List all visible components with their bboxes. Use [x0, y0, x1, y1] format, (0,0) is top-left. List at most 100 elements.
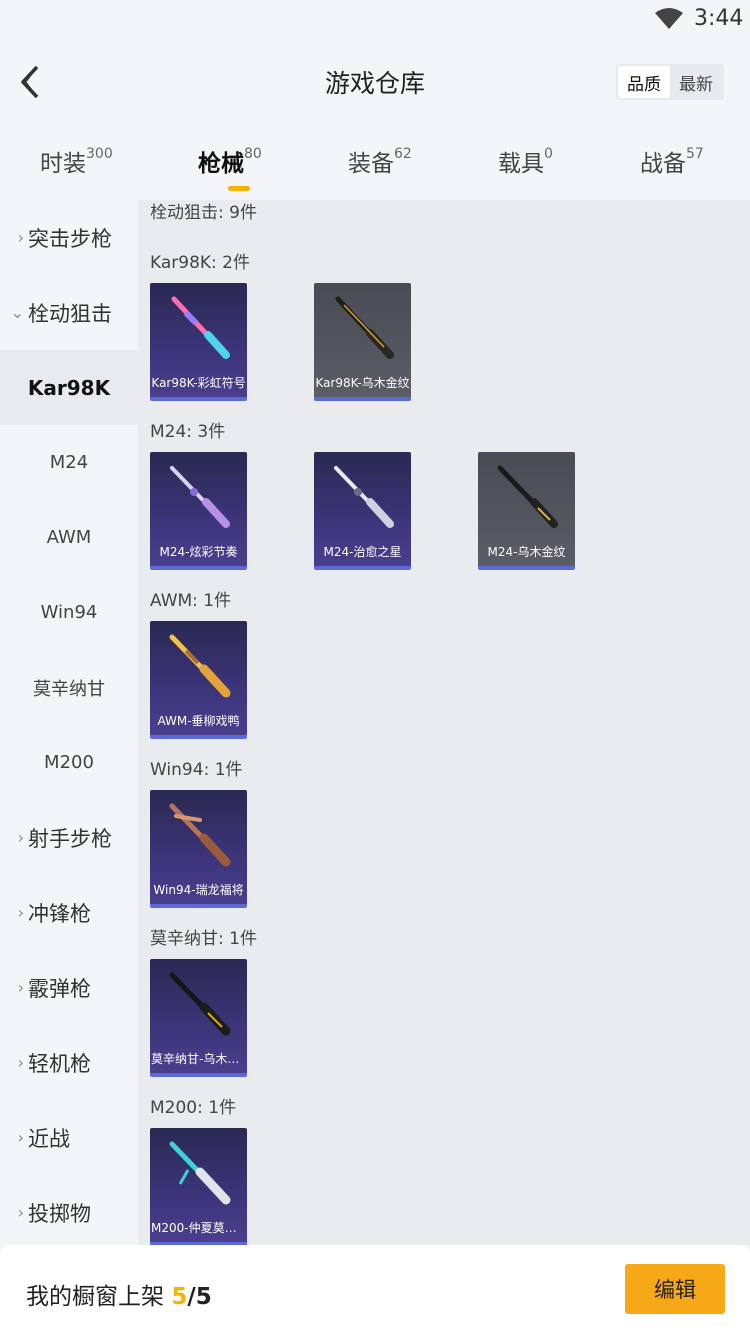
weapon-skin-name: 莫辛纳甘-乌木金纹 — [151, 1052, 247, 1066]
status-bar: 3:44 — [0, 0, 750, 40]
tab-label: 载具 — [498, 151, 544, 177]
sidebar-item-label: 霰弹枪 — [28, 976, 91, 1001]
weapon-skin-card[interactable]: AWM-垂柳戏鸭 — [150, 621, 247, 739]
tab-count: 62 — [394, 146, 412, 162]
weapon-skin-name: M200-仲夏莫吉托 — [151, 1221, 247, 1235]
weapon-category-sidebar: › 突击步枪 ⌄ 栓动狙击 Kar98K M24 AWM Win94 莫辛纳甘 … — [0, 200, 138, 1245]
category-header: 栓动狙击: 9件 — [150, 203, 257, 223]
chevron-right-icon: › — [17, 1203, 24, 1222]
weapon-skin-name: AWM-垂柳戏鸭 — [157, 714, 240, 728]
weapon-skin-card[interactable]: M200-仲夏莫吉托 — [150, 1128, 247, 1245]
tab-equipment[interactable]: 装备62 — [348, 144, 412, 194]
chevron-right-icon: › — [17, 228, 24, 247]
rifle-icon — [171, 296, 230, 359]
section-title: Kar98K: 2件 — [150, 253, 250, 273]
sidebar-item-label: 莫辛纳甘 — [33, 678, 105, 700]
weapon-skin-card[interactable]: Kar98K-彩虹符号 — [150, 283, 247, 401]
header: 游戏仓库 品质 最新 — [0, 40, 750, 124]
rifle-icon — [497, 465, 558, 528]
chevron-down-icon: ⌄ — [10, 303, 24, 322]
weapon-skin-name: Kar98K-乌木金纹 — [315, 376, 410, 390]
showcase-label: 我的橱窗上架 — [26, 1284, 172, 1310]
sidebar-item-assault-rifle[interactable]: › 突击步枪 — [0, 200, 138, 275]
wifi-icon — [655, 8, 683, 29]
tab-indicator — [228, 186, 250, 191]
sidebar-item-label: 投掷物 — [28, 1201, 91, 1226]
weapon-skin-name: M24-治愈之星 — [323, 545, 402, 559]
weapon-skin-name: Win94-瑞龙福将 — [153, 883, 244, 897]
sidebar-item-label: AWM — [46, 527, 92, 548]
tab-count: 80 — [244, 146, 262, 162]
tab-label: 战备 — [640, 151, 686, 177]
sidebar-item-melee[interactable]: › 近战 — [0, 1100, 138, 1175]
weapon-list: 栓动狙击: 9件 Kar98K: 2件 Kar98K-彩虹符号 Kar98K-乌… — [138, 200, 750, 1245]
edit-button[interactable]: 编辑 — [625, 1264, 725, 1314]
sidebar-item-label: 近战 — [28, 1126, 70, 1151]
tab-label: 装备 — [348, 151, 394, 177]
rifle-icon — [169, 634, 231, 698]
sidebar-item-kar98k[interactable]: Kar98K — [0, 350, 138, 425]
sidebar-item-m200[interactable]: M200 — [0, 725, 138, 800]
weapon-skin-name: M24-乌木金纹 — [487, 545, 566, 559]
status-time: 3:44 — [694, 6, 744, 31]
showcase-status: 我的橱窗上架 5/5 — [26, 1277, 212, 1311]
sidebar-item-label: 栓动狙击 — [28, 301, 112, 326]
rifle-icon — [169, 972, 231, 1036]
sort-toggle: 品质 最新 — [616, 64, 724, 100]
weapon-skin-card[interactable]: M24-治愈之星 — [314, 452, 411, 570]
showcase-count-current: 5 — [171, 1284, 188, 1310]
section-title: 莫辛纳甘: 1件 — [150, 929, 257, 949]
chevron-right-icon: › — [17, 1128, 24, 1147]
sidebar-item-win94[interactable]: Win94 — [0, 575, 138, 650]
sidebar-item-awm[interactable]: AWM — [0, 500, 138, 575]
sidebar-item-dmr[interactable]: › 射手步枪 — [0, 800, 138, 875]
weapon-skin-card[interactable]: Kar98K-乌木金纹 — [314, 283, 411, 401]
weapon-skin-card[interactable]: M24-炫彩节奏 — [150, 452, 247, 570]
sidebar-item-label: 突击步枪 — [28, 226, 112, 251]
sidebar-item-bolt-sniper[interactable]: ⌄ 栓动狙击 — [0, 275, 138, 350]
section-title: Win94: 1件 — [150, 760, 243, 780]
sidebar-item-m24[interactable]: M24 — [0, 425, 138, 500]
sidebar-item-label: M24 — [49, 452, 89, 473]
sidebar-item-throwable[interactable]: › 投掷物 — [0, 1175, 138, 1250]
sidebar-item-label: 射手步枪 — [28, 826, 112, 851]
weapon-skin-name: Kar98K-彩虹符号 — [151, 376, 246, 390]
weapon-skin-card[interactable]: Win94-瑞龙福将 — [150, 790, 247, 908]
weapon-skin-name: M24-炫彩节奏 — [159, 545, 238, 559]
weapon-skin-card[interactable]: M24-乌木金纹 — [478, 452, 575, 570]
rifle-icon — [169, 803, 231, 867]
rifle-icon — [334, 466, 394, 528]
tab-label: 时装 — [40, 151, 86, 177]
showcase-footer: 我的橱窗上架 5/5 编辑 — [0, 1245, 750, 1333]
showcase-count-total: /5 — [187, 1284, 212, 1310]
sidebar-item-label: 冲锋枪 — [28, 901, 91, 926]
sort-newest-button[interactable]: 最新 — [670, 66, 722, 98]
tab-count: 0 — [544, 146, 553, 162]
category-tabs: 时装300 枪械80 装备62 载具0 战备57 — [0, 124, 750, 200]
chevron-right-icon: › — [17, 903, 24, 922]
rifle-icon — [170, 466, 230, 528]
tab-label: 枪械 — [198, 151, 244, 177]
weapon-skin-card[interactable]: 莫辛纳甘-乌木金纹 — [150, 959, 247, 1077]
chevron-right-icon: › — [17, 828, 24, 847]
tab-count: 300 — [86, 146, 113, 162]
section-title: AWM: 1件 — [150, 591, 232, 611]
tab-firearms[interactable]: 枪械80 — [198, 144, 262, 194]
sidebar-item-smg[interactable]: › 冲锋枪 — [0, 875, 138, 950]
tab-count: 57 — [686, 146, 704, 162]
tab-vehicles[interactable]: 载具0 — [498, 144, 553, 194]
sidebar-item-lmg[interactable]: › 轻机枪 — [0, 1025, 138, 1100]
tab-gear[interactable]: 战备57 — [640, 144, 704, 194]
rifle-icon — [169, 1141, 231, 1205]
tab-fashion[interactable]: 时装300 — [40, 144, 113, 194]
sidebar-item-label: 轻机枪 — [28, 1051, 91, 1076]
sidebar-item-mosin[interactable]: 莫辛纳甘 — [0, 650, 138, 725]
chevron-right-icon: › — [17, 978, 24, 997]
sidebar-item-label: Kar98K — [27, 375, 111, 400]
sort-quality-button[interactable]: 品质 — [618, 66, 670, 98]
sidebar-item-shotgun[interactable]: › 霰弹枪 — [0, 950, 138, 1025]
chevron-right-icon: › — [17, 1053, 24, 1072]
sidebar-item-label: Win94 — [40, 602, 98, 623]
rifle-icon — [335, 296, 394, 359]
section-title: M200: 1件 — [150, 1098, 237, 1118]
